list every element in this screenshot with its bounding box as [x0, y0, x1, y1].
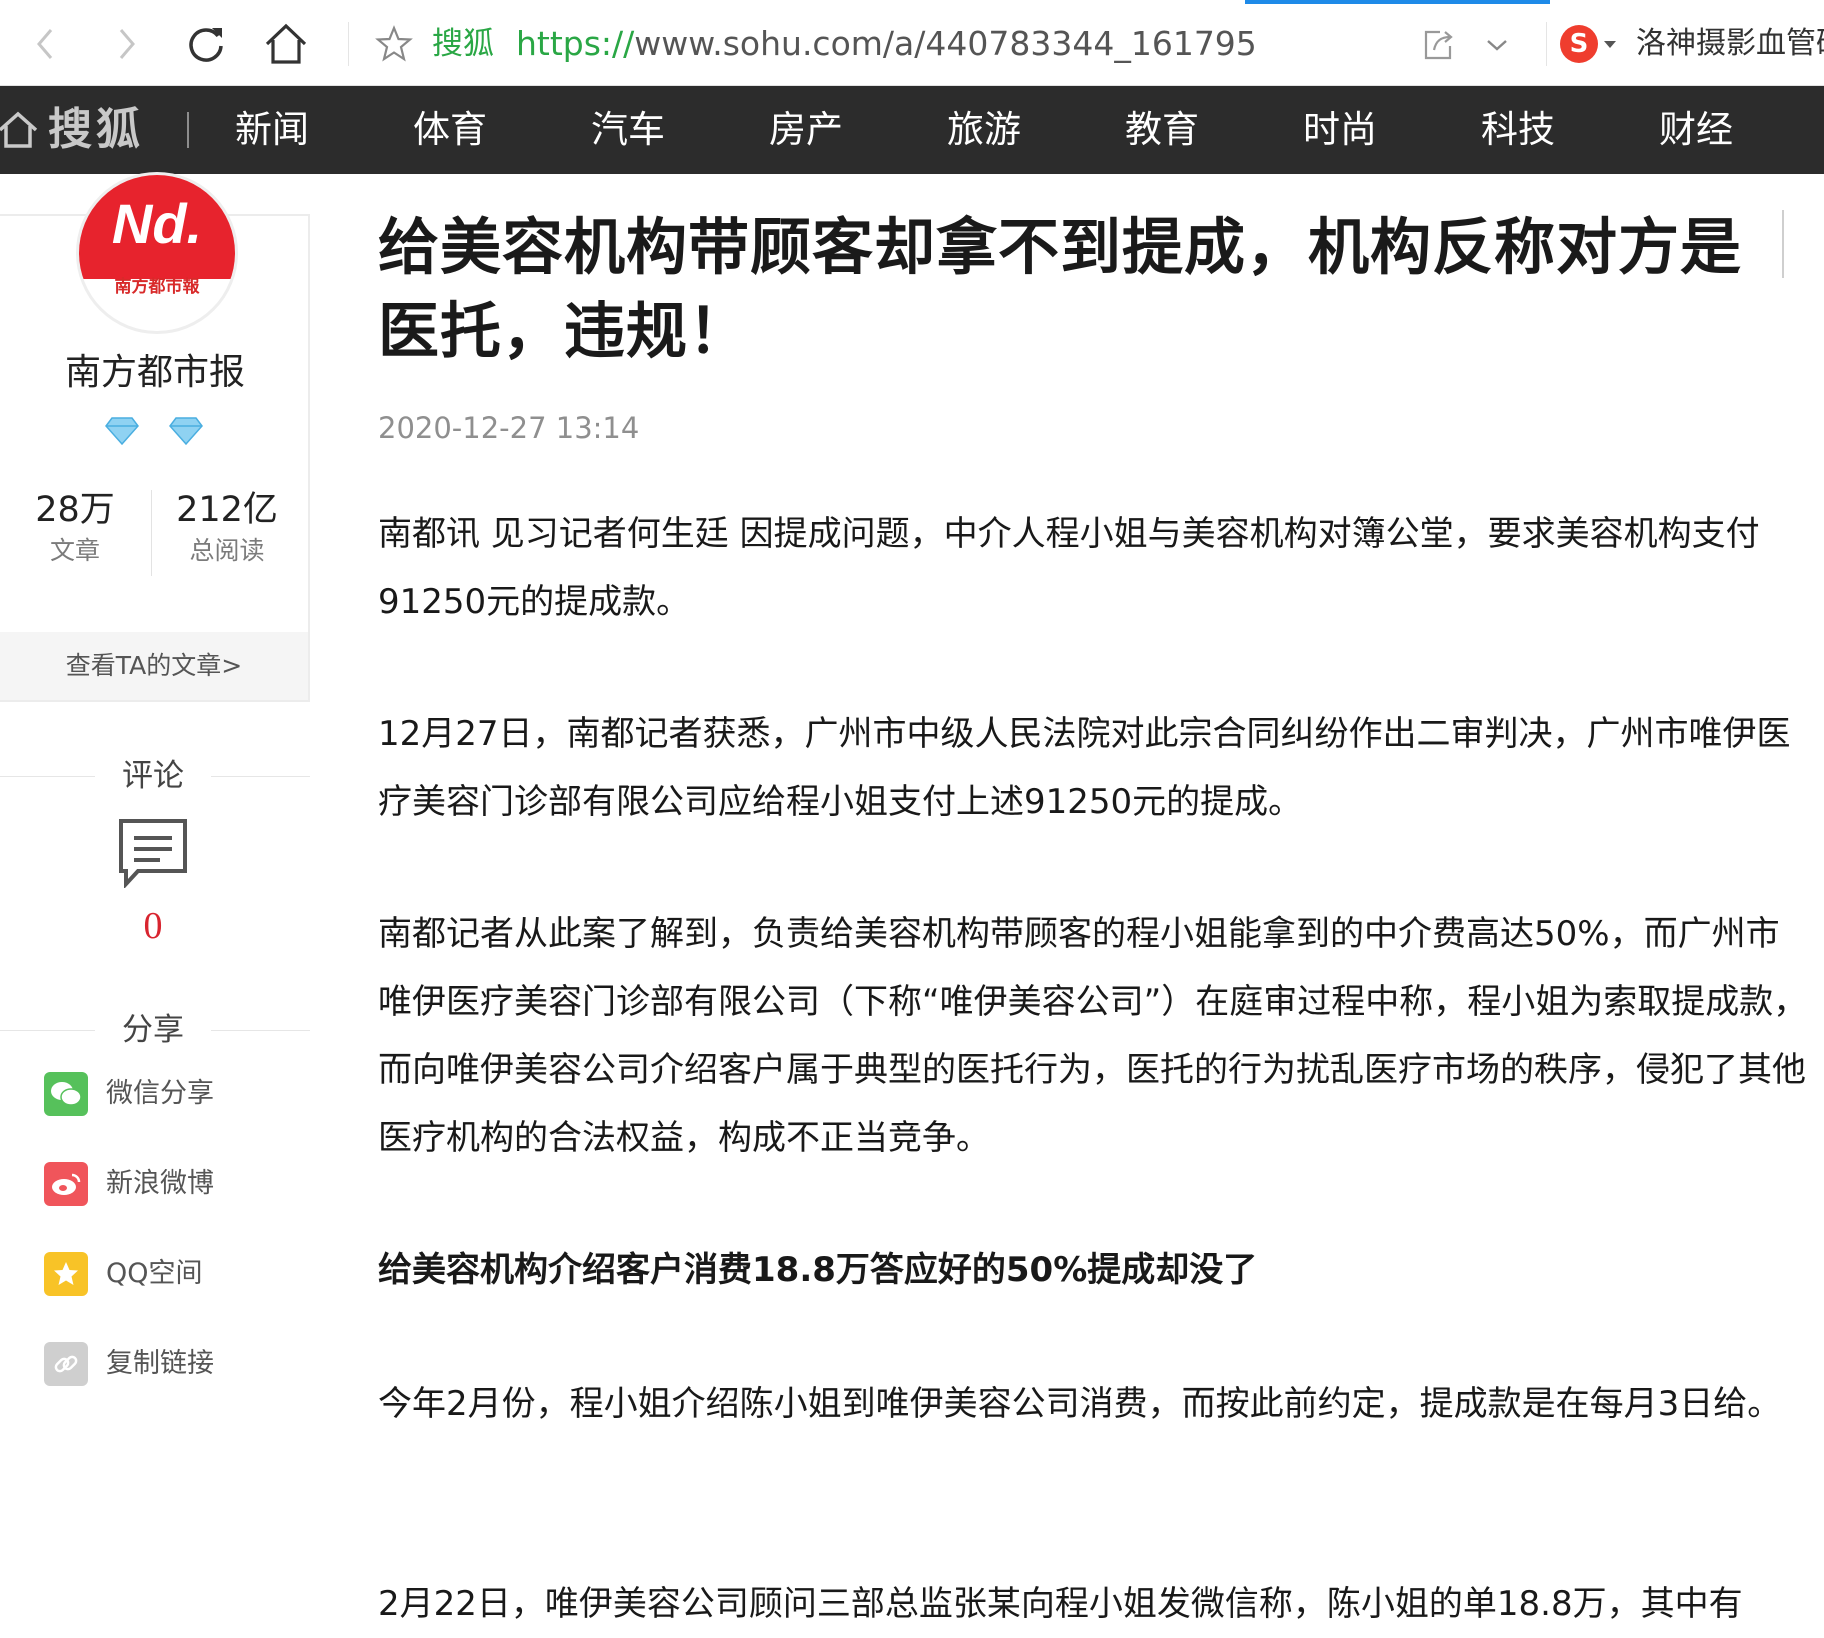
avatar-subtitle: 南方都市報	[114, 277, 200, 297]
avatar-logo-mark: Nd.	[111, 192, 203, 255]
nav-divider	[187, 112, 189, 148]
search-box-text[interactable]: 洛神摄影血管砥	[1636, 22, 1824, 66]
share-label: QQ空间	[106, 1258, 203, 1289]
stat-label: 总阅读	[189, 536, 265, 565]
share-wechat-button[interactable]: 微信分享	[44, 1070, 214, 1118]
stat-total-reads: 212亿 总阅读	[152, 486, 302, 568]
home-icon[interactable]	[0, 108, 40, 152]
author-name[interactable]: 南方都市报	[0, 348, 310, 398]
text-cursor	[1782, 210, 1784, 278]
article-title: 给美容机构带顾客却拿不到提成，机构反称对方是医托，违规！	[378, 212, 1743, 367]
share-weibo-button[interactable]: 新浪微博	[44, 1160, 214, 1208]
toolbar-divider	[1546, 22, 1547, 66]
stat-label: 文章	[49, 536, 100, 565]
address-bar[interactable]: https://www.sohu.com/a/440783344_161795	[516, 22, 1257, 66]
share-icon[interactable]	[1418, 26, 1458, 64]
forward-button[interactable]	[100, 18, 152, 70]
comment-icon[interactable]	[118, 818, 188, 888]
search-engine-button[interactable]: S	[1560, 22, 1622, 66]
nav-item-news[interactable]: 新闻	[235, 104, 309, 156]
nav-item-realestate[interactable]: 房产	[769, 104, 843, 156]
nav-item-finance[interactable]: 财经	[1659, 104, 1733, 156]
article-paragraph: 12月27日，南都记者获悉，广州市中级人民法院对此宗合同纠纷作出二审判决，广州市…	[378, 714, 1791, 822]
nav-item-education[interactable]: 教育	[1125, 104, 1199, 156]
share-label: 微信分享	[106, 1078, 214, 1109]
nav-item-sports[interactable]: 体育	[413, 104, 487, 156]
back-icon	[37, 29, 53, 59]
comment-count[interactable]: 0	[0, 898, 306, 954]
view-articles-link[interactable]: 查看TA的文章>	[0, 632, 308, 700]
article-paragraph: 南都讯 见习记者何生廷 因提成问题，中介人程小姐与美容机构对簿公堂，要求美容机构…	[378, 514, 1760, 622]
avatar[interactable]: Nd. 南方都市報	[76, 172, 238, 334]
chevron-down-icon[interactable]	[1480, 30, 1514, 60]
forward-icon	[119, 29, 135, 59]
nav-item-auto[interactable]: 汽车	[591, 104, 665, 156]
share-section-heading: 分享	[0, 1010, 310, 1050]
article-timestamp: 2020-12-27 13:14	[378, 411, 640, 445]
comment-section-heading: 评论	[0, 756, 310, 796]
toolbar-divider	[348, 22, 349, 66]
link-icon	[44, 1342, 88, 1386]
article-subheading: 给美容机构介绍客户消费18.8万答应好的50%提成却没了	[378, 1250, 1258, 1290]
comment-heading: 评论	[122, 758, 184, 794]
sohu-logo[interactable]: 搜狐	[48, 102, 144, 158]
weibo-icon	[44, 1162, 88, 1206]
stat-value: 28万	[35, 490, 115, 530]
wechat-icon	[44, 1072, 88, 1116]
site-nav-bar: 搜狐 新闻 体育 汽车 房产 旅游 教育 时尚 科技 财经	[0, 86, 1824, 174]
share-qzone-button[interactable]: QQ空间	[44, 1250, 203, 1298]
reload-icon	[189, 28, 223, 62]
star-icon[interactable]	[374, 24, 414, 64]
stat-articles: 28万 文章	[0, 486, 150, 568]
home-button[interactable]	[260, 18, 312, 70]
article-paragraph: 今年2月份，程小姐介绍陈小姐到唯伊美容公司消费，而按此前约定，提成款是在每月3日…	[378, 1384, 1782, 1424]
share-label: 复制链接	[106, 1348, 214, 1379]
caret-down-icon	[1604, 40, 1616, 48]
back-button[interactable]	[20, 18, 72, 70]
page-load-progress	[1245, 0, 1550, 4]
nav-item-travel[interactable]: 旅游	[947, 104, 1021, 156]
qzone-icon	[44, 1252, 88, 1296]
copy-link-button[interactable]: 复制链接	[44, 1340, 214, 1388]
nav-item-fashion[interactable]: 时尚	[1303, 104, 1377, 156]
share-heading: 分享	[122, 1012, 184, 1048]
share-label: 新浪微博	[106, 1168, 214, 1199]
reload-button[interactable]	[180, 18, 232, 70]
nav-item-tech[interactable]: 科技	[1481, 104, 1555, 156]
stat-value: 212亿	[176, 490, 278, 530]
url-scheme: https://	[516, 24, 635, 63]
sogou-icon: S	[1560, 25, 1598, 63]
home-icon	[265, 23, 307, 64]
site-name: 搜狐	[432, 26, 494, 62]
browser-toolbar: 搜狐 https://www.sohu.com/a/440783344_1617…	[0, 0, 1824, 86]
author-badges	[104, 412, 204, 452]
article-paragraph: 南都记者从此案了解到，负责给美容机构带顾客的程小姐能拿到的中介费高达50%，而广…	[378, 914, 1808, 1158]
diamond-badge-icon	[105, 417, 139, 446]
article-paragraph: 2月22日，唯伊美容公司顾问三部总监张某向程小姐发微信称，陈小姐的单18.8万，…	[378, 1584, 1743, 1624]
url-path: www.sohu.com/a/440783344_161795	[634, 24, 1257, 63]
diamond-badge-icon	[169, 417, 203, 446]
